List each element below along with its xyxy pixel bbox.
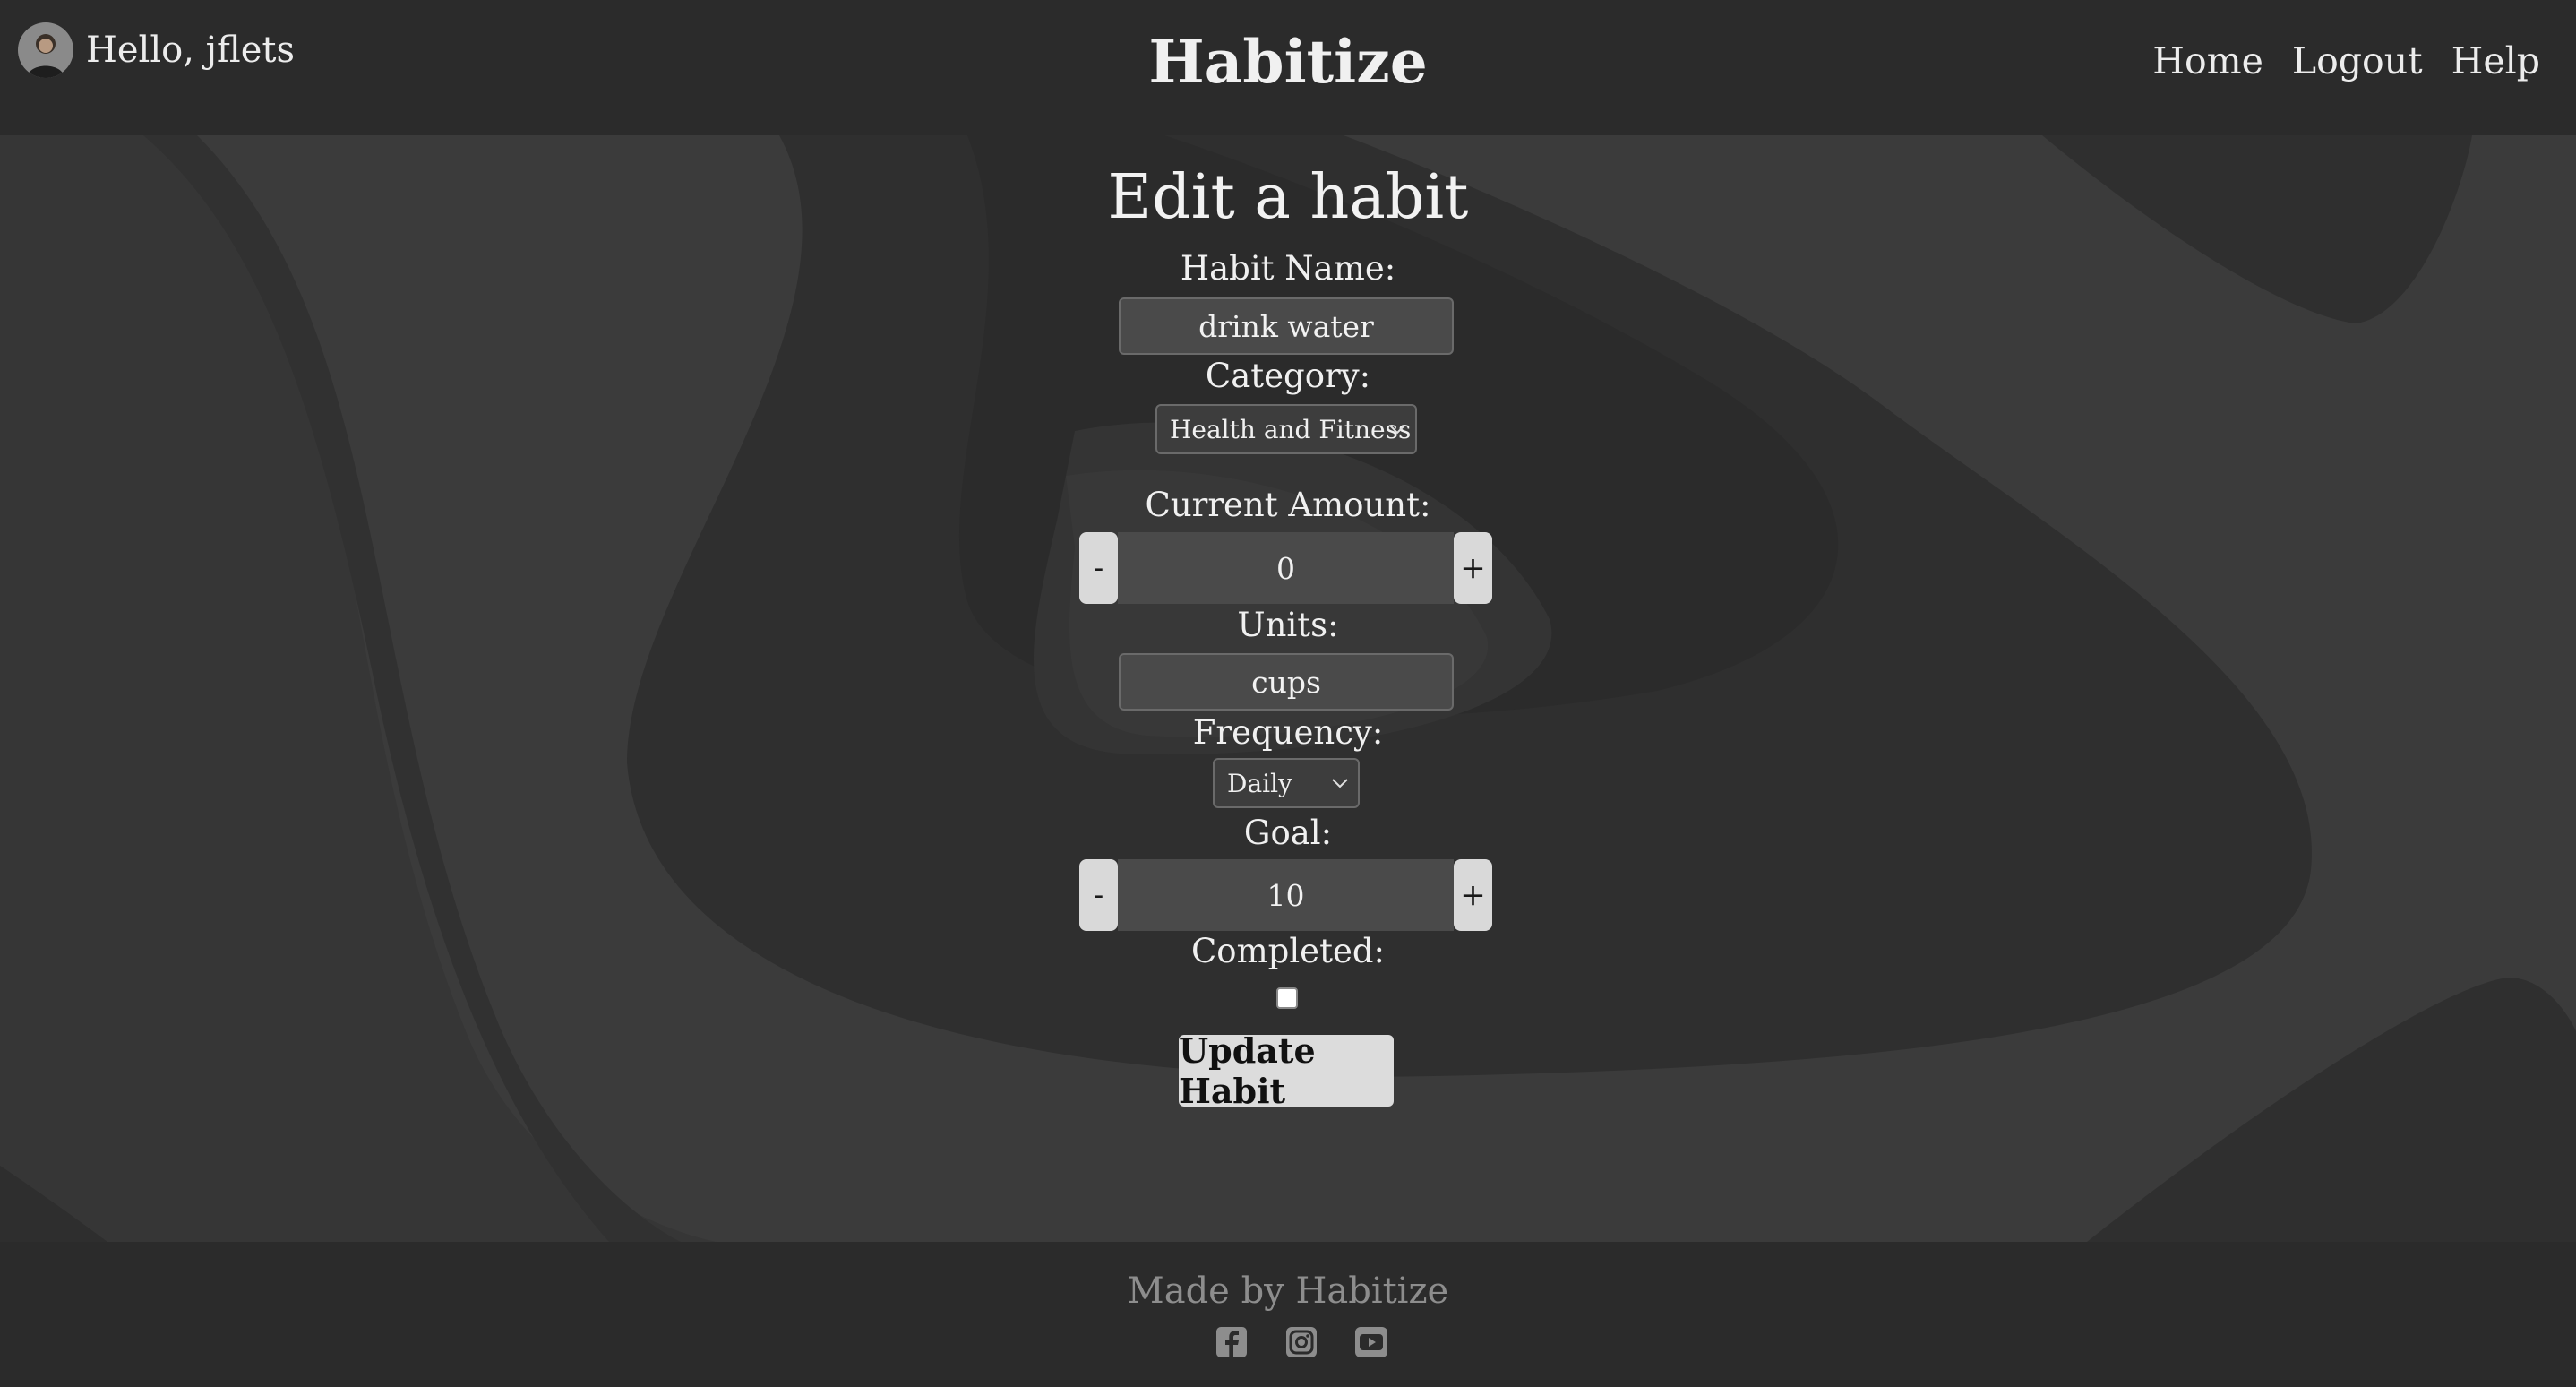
category-select[interactable]: Health and Fitness — [1155, 404, 1417, 454]
habit-name-input[interactable] — [1119, 297, 1454, 355]
instagram-icon[interactable] — [1284, 1324, 1319, 1360]
completed-checkbox[interactable] — [1276, 987, 1298, 1009]
top-navbar: Hello, jflets Habitize Home Logout Help — [0, 0, 2576, 135]
footer-credit: Made by Habitize — [1127, 1271, 1449, 1312]
footer: Made by Habitize — [0, 1242, 2576, 1387]
form-title: Edit a habit — [1107, 162, 1469, 233]
completed-label: Completed: — [1190, 932, 1386, 970]
current-amount-label: Current Amount: — [1145, 486, 1431, 524]
current-amount-value[interactable]: 0 — [1118, 532, 1454, 604]
chevron-down-icon — [1332, 779, 1348, 788]
nav-help-link[interactable]: Help — [2451, 39, 2540, 82]
goal-decrement-button[interactable]: - — [1079, 859, 1118, 931]
goal-value[interactable]: 10 — [1118, 859, 1454, 931]
edit-habit-form: Edit a habit Habit Name: Category: Healt… — [0, 135, 2576, 1242]
nav-logout-link[interactable]: Logout — [2292, 39, 2423, 82]
current-amount-increment-button[interactable]: + — [1454, 532, 1492, 604]
habit-name-label: Habit Name: — [1180, 249, 1396, 288]
chevron-down-icon — [1389, 425, 1405, 435]
update-habit-button[interactable]: Update Habit — [1179, 1030, 1394, 1111]
social-links — [1214, 1324, 1389, 1360]
current-amount-stepper: - 0 + — [1079, 532, 1492, 604]
category-selected-value: Health and Fitness — [1170, 414, 1412, 444]
frequency-label: Frequency: — [1192, 713, 1384, 752]
goal-label: Goal: — [1243, 814, 1333, 852]
category-label: Category: — [1205, 357, 1371, 395]
goal-increment-button[interactable]: + — [1454, 859, 1492, 931]
current-amount-decrement-button[interactable]: - — [1079, 532, 1118, 604]
frequency-select[interactable]: Daily — [1213, 758, 1360, 808]
facebook-icon[interactable] — [1214, 1324, 1249, 1360]
nav-home-link[interactable]: Home — [2152, 39, 2263, 82]
main-nav: Home Logout Help — [2152, 39, 2540, 82]
goal-stepper: - 10 + — [1079, 859, 1492, 931]
units-label: Units: — [1237, 606, 1339, 644]
units-input[interactable] — [1119, 653, 1454, 711]
frequency-selected-value: Daily — [1227, 768, 1292, 798]
youtube-icon[interactable] — [1353, 1324, 1389, 1360]
